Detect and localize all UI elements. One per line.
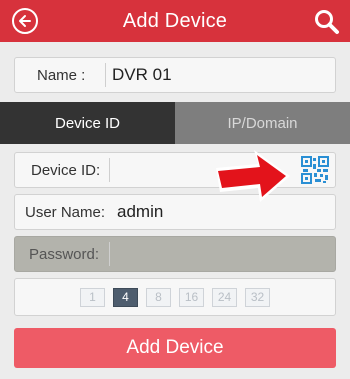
name-value[interactable]: DVR 01 xyxy=(106,65,172,85)
channel-option-8[interactable]: 8 xyxy=(146,287,171,307)
password-divider xyxy=(109,242,110,266)
tab-bar: Device ID IP/Domain xyxy=(0,102,350,144)
channel-selector: 1 4 8 16 24 32 xyxy=(14,278,336,316)
qr-code-icon[interactable] xyxy=(301,156,329,184)
username-value[interactable]: admin xyxy=(111,202,163,222)
channel-option-1[interactable]: 1 xyxy=(80,287,105,307)
back-arrow-icon xyxy=(19,15,31,27)
password-label: Password: xyxy=(29,245,100,263)
annotation-arrow-icon xyxy=(216,150,290,202)
name-label: Name : xyxy=(37,66,86,84)
search-icon[interactable] xyxy=(312,7,340,35)
name-field[interactable]: Name : DVR 01 xyxy=(14,57,336,93)
username-label: User Name: xyxy=(25,203,106,221)
back-button[interactable] xyxy=(12,8,38,34)
channel-option-16[interactable]: 16 xyxy=(179,287,204,307)
channel-option-4[interactable]: 4 xyxy=(113,287,138,307)
app-header: Add Device xyxy=(0,0,350,42)
device-id-label: Device ID: xyxy=(31,161,101,179)
add-device-button[interactable]: Add Device xyxy=(14,328,336,368)
channel-option-24[interactable]: 24 xyxy=(212,287,237,307)
page-title: Add Device xyxy=(122,9,228,32)
device-id-divider xyxy=(109,158,110,182)
tab-device-id[interactable]: Device ID xyxy=(0,102,175,144)
channel-option-32[interactable]: 32 xyxy=(245,287,270,307)
password-field[interactable]: Password: xyxy=(14,236,336,272)
